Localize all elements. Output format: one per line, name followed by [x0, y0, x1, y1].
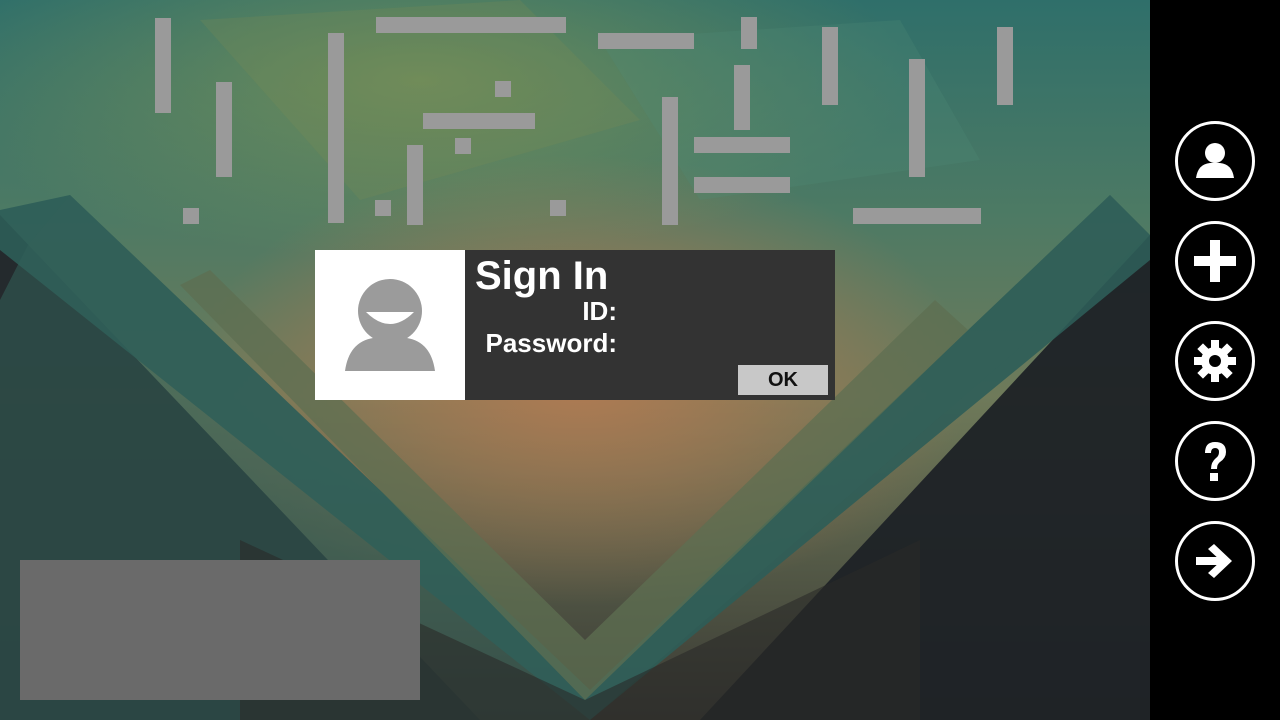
help-button[interactable]	[1175, 421, 1255, 501]
dialog-title: Sign In	[475, 254, 609, 298]
decor-bar	[909, 59, 925, 177]
side-panel	[1150, 0, 1280, 720]
plus-icon	[1194, 240, 1236, 282]
decor-bar	[216, 82, 232, 177]
add-button[interactable]	[1175, 221, 1255, 301]
decor-bar	[741, 17, 757, 49]
password-field[interactable]	[621, 328, 829, 356]
decor-bar	[734, 65, 750, 130]
password-label: Password:	[485, 328, 618, 358]
decor-bar	[662, 97, 678, 225]
decor-bar	[822, 27, 838, 105]
decor-bar	[423, 113, 535, 129]
decor-bar	[694, 177, 790, 193]
id-label: ID:	[582, 296, 617, 326]
info-panel	[20, 560, 420, 700]
ok-button[interactable]: OK	[738, 365, 828, 395]
decor-bar	[376, 17, 566, 33]
decor-bar	[328, 33, 344, 223]
decor-bar	[495, 81, 511, 97]
account-button[interactable]	[1175, 121, 1255, 201]
decor-bar	[155, 18, 171, 113]
decor-bar	[598, 33, 694, 49]
decor-bar	[694, 137, 790, 153]
decor-bar	[375, 200, 391, 216]
question-icon	[1205, 442, 1226, 481]
settings-button[interactable]	[1175, 321, 1255, 401]
decor-bar	[997, 27, 1013, 105]
user-avatar-icon	[345, 279, 435, 371]
decor-bar	[455, 138, 471, 154]
decor-bar	[853, 208, 981, 224]
gear-icon	[1194, 340, 1236, 382]
decor-bar	[183, 208, 199, 224]
arrow-right-icon	[1196, 544, 1232, 578]
next-button[interactable]	[1175, 521, 1255, 601]
decor-bar	[550, 200, 566, 216]
decor-bar	[407, 145, 423, 225]
sign-in-dialog: Sign In ID: Password: OK	[315, 250, 835, 400]
avatar	[315, 250, 465, 400]
id-field[interactable]	[621, 296, 829, 324]
user-icon	[1196, 143, 1234, 178]
screen: Sign In ID: Password: OK	[0, 0, 1280, 720]
